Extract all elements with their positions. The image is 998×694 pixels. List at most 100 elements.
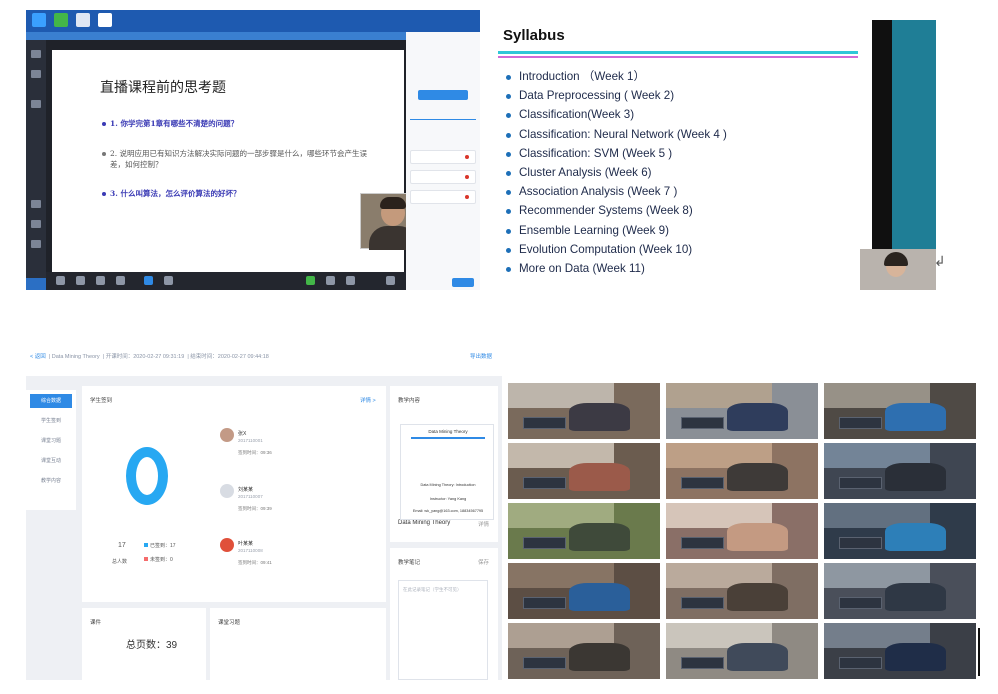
laptop-screen xyxy=(839,416,882,429)
student-photo xyxy=(508,563,660,619)
attendance-donut xyxy=(126,447,168,505)
content-file-name[interactable]: Data Mining Theory xyxy=(398,520,450,526)
mic-icon[interactable] xyxy=(306,276,315,285)
laptop-screen xyxy=(839,656,882,669)
syllabus-item: Classification: Neural Network (Week 4 ) xyxy=(506,128,727,147)
content-detail-link[interactable]: 详情 xyxy=(478,520,489,528)
quiz-icon[interactable] xyxy=(116,276,125,285)
student-photo xyxy=(824,383,976,439)
live-class-window: 直播课程前的思考题 1. 你学完第1章有哪些不清楚的问题？ 2. 说明应用已有知… xyxy=(26,10,480,290)
left-toolbar xyxy=(26,40,46,278)
start-live-button[interactable] xyxy=(418,90,468,100)
legend-swatch xyxy=(144,557,148,561)
notes-textarea[interactable]: 在此记录笔记（学生不可见） xyxy=(398,580,488,680)
side-tab-interaction[interactable]: 课堂互动 xyxy=(30,454,72,468)
student-photo-grid xyxy=(508,383,976,679)
send-button[interactable] xyxy=(452,278,474,287)
record-icon[interactable] xyxy=(54,13,68,27)
student-photo xyxy=(824,563,976,619)
student-photo xyxy=(666,563,818,619)
thumbnail-line: Data Mining Theory: Introduction xyxy=(420,483,476,487)
photo-region xyxy=(726,402,788,431)
student-photo xyxy=(508,383,660,439)
syllabus-slide: Syllabus Introduction （Week 1） Data Prep… xyxy=(492,20,936,290)
signin-time: 签到时间：09:41 xyxy=(238,560,272,565)
bullet-icon xyxy=(102,152,106,156)
screen-share-icon[interactable] xyxy=(96,276,105,285)
slide-title: 直播课程前的思考题 xyxy=(100,80,226,96)
unread-dot-icon xyxy=(465,155,469,159)
photo-region xyxy=(884,642,946,671)
title-underline xyxy=(498,51,858,54)
unread-dot-icon xyxy=(465,195,469,199)
student-id: 2017110001 xyxy=(238,438,263,443)
content-thumbnail[interactable]: Data Mining Theory Data Mining Theory: I… xyxy=(400,424,494,520)
volume-icon[interactable] xyxy=(326,276,335,285)
share-icon[interactable] xyxy=(31,240,41,248)
chat-tabs[interactable] xyxy=(410,112,476,120)
more-icon[interactable] xyxy=(164,276,173,285)
document-icon[interactable] xyxy=(98,13,112,27)
interaction-icon[interactable] xyxy=(144,276,153,285)
student-id: 2017110008 xyxy=(238,548,263,553)
breadcrumb: < 返回 | Data Mining Theory | 开课时间：2020-02… xyxy=(30,354,269,360)
report-sidebar: 综合数据 学生签到 课堂习题 课堂互动 教学内容 xyxy=(26,390,76,510)
list-icon[interactable] xyxy=(31,100,41,108)
menu-icon[interactable] xyxy=(31,50,41,58)
side-tab-signin[interactable]: 学生签到 xyxy=(30,414,72,428)
back-link[interactable]: < 返回 xyxy=(30,354,46,360)
title-underline xyxy=(498,56,858,58)
syllabus-item: Ensemble Learning (Week 9) xyxy=(506,224,727,243)
settings-icon[interactable] xyxy=(346,276,355,285)
photo-region xyxy=(568,582,630,611)
exercise-card: 课堂习题 xyxy=(210,608,386,680)
bullet-icon xyxy=(102,192,106,196)
attendance-detail-link[interactable]: 详情 > xyxy=(360,396,376,404)
syllabus-list: Introduction （Week 1） Data Preprocessing… xyxy=(506,70,727,281)
student-photo xyxy=(666,623,818,679)
thumbnail-divider xyxy=(411,437,485,439)
photo-region xyxy=(568,642,630,671)
syllabus-item: Classification: SVM (Week 5 ) xyxy=(506,147,727,166)
syllabus-title: Syllabus xyxy=(503,27,565,44)
board-icon[interactable] xyxy=(56,276,65,285)
student-webcam[interactable] xyxy=(860,249,936,290)
student-photo xyxy=(824,623,976,679)
photo-region xyxy=(884,462,946,491)
courseware-card: 课件 总页数：39 xyxy=(82,608,206,680)
pen-icon[interactable] xyxy=(31,200,41,208)
export-data-link[interactable]: 导出数据 xyxy=(470,352,492,360)
chat-message xyxy=(410,150,476,164)
shield-icon[interactable] xyxy=(31,70,41,78)
photo-region xyxy=(884,582,946,611)
bottom-toolbar xyxy=(46,272,406,290)
content-title: 教学内容 xyxy=(398,398,421,404)
save-icon[interactable] xyxy=(76,13,90,27)
unread-dot-icon xyxy=(465,175,469,179)
avatar xyxy=(220,484,234,498)
start-time: 开课时间：2020-02-27 09:31:19 xyxy=(105,354,185,360)
text-cursor xyxy=(978,628,980,676)
side-tab-exercises[interactable]: 课堂习题 xyxy=(30,434,72,448)
side-tab-overview[interactable]: 综合数据 xyxy=(30,394,72,408)
student-name: 叶某某 xyxy=(238,541,254,547)
unsigned-count: 未签到：0 xyxy=(150,557,173,563)
return-mark: ↲ xyxy=(934,254,946,270)
laptop-screen xyxy=(839,476,882,489)
courseware-icon[interactable] xyxy=(76,276,85,285)
side-tab-content[interactable]: 教学内容 xyxy=(30,474,72,488)
photo-region xyxy=(726,522,788,551)
thumbnail-line: Email: wk_yang@163.com, 18834567795 xyxy=(412,509,484,513)
notes-save-link[interactable]: 保存 xyxy=(478,558,489,566)
photo-region xyxy=(726,642,788,671)
syllabus-item: Classification(Week 3) xyxy=(506,108,727,127)
student-photo xyxy=(508,443,660,499)
slide-question-2: 2. 说明应用已有知识方法解决实际问题的一部步骤是什么，哪些环节会产生误差，如何… xyxy=(110,149,368,169)
laptop-screen xyxy=(839,536,882,549)
laptop-screen xyxy=(523,656,566,669)
syllabus-item: Introduction （Week 1） xyxy=(506,70,727,89)
exit-icon[interactable] xyxy=(386,276,395,285)
laptop-screen xyxy=(681,536,724,549)
total-pages: 总页数：39 xyxy=(126,640,178,651)
camera-icon[interactable] xyxy=(31,220,41,228)
